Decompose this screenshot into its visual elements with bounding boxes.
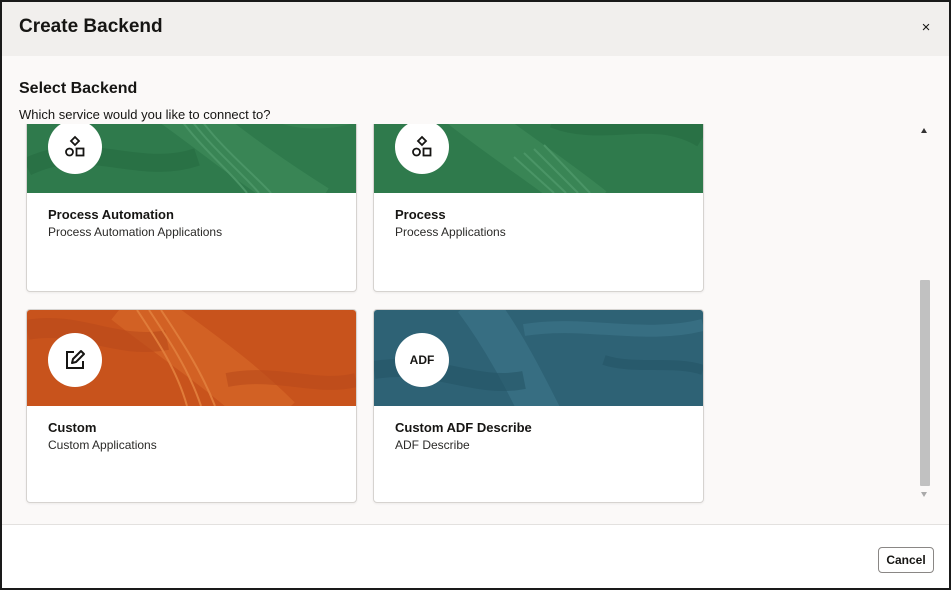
shapes-icon xyxy=(412,135,432,157)
scroll-up-arrow-icon[interactable] xyxy=(921,128,927,133)
section-subtitle: Which service would you like to connect … xyxy=(19,107,271,122)
adf-badge-text: ADF xyxy=(409,353,435,367)
card-icon-badge xyxy=(48,333,102,387)
backend-card-list[interactable]: Process Automation Process Automation Ap… xyxy=(2,124,917,506)
dialog-footer: Cancel xyxy=(2,524,949,588)
backend-card-custom-adf-describe[interactable]: ADF Custom ADF Describe ADF Describe xyxy=(373,309,704,503)
dialog-header: Create Backend × xyxy=(2,2,949,56)
cards-scrollbar[interactable] xyxy=(918,126,932,504)
cancel-button[interactable]: Cancel xyxy=(878,547,934,573)
shapes-icon xyxy=(65,135,85,157)
scroll-down-arrow-icon[interactable] xyxy=(921,492,927,497)
card-title: Custom ADF Describe xyxy=(395,420,532,435)
card-title: Custom xyxy=(48,420,97,435)
dialog-title: Create Backend xyxy=(19,16,163,37)
backend-card-process-automation[interactable]: Process Automation Process Automation Ap… xyxy=(26,124,357,292)
scrollbar-thumb[interactable] xyxy=(920,280,930,486)
backend-card-process[interactable]: Process Process Applications xyxy=(373,124,704,292)
card-description: Process Automation Applications xyxy=(48,225,223,239)
close-icon[interactable]: × xyxy=(915,17,937,39)
adf-badge: ADF xyxy=(395,333,449,387)
card-title: Process Automation xyxy=(48,207,174,222)
section-title: Select Backend xyxy=(19,80,138,97)
card-description: ADF Describe xyxy=(395,438,470,452)
dialog-body: Select Backend Which service would you l… xyxy=(2,56,949,524)
edit-icon xyxy=(66,350,85,369)
card-title: Process xyxy=(395,207,446,222)
card-description: Custom Applications xyxy=(48,438,157,452)
card-description: Process Applications xyxy=(395,225,506,239)
backend-card-custom[interactable]: Custom Custom Applications xyxy=(26,309,357,503)
create-backend-dialog: Create Backend × Select Backend Which se… xyxy=(0,0,951,590)
